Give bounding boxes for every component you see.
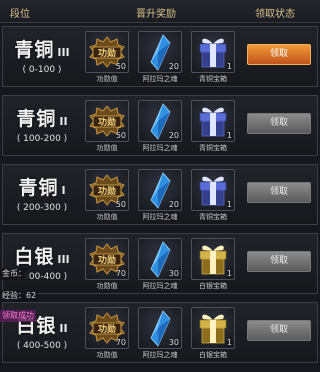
header-status: 领取状态: [255, 9, 295, 20]
reward-label: 功勋值: [96, 282, 118, 290]
rank-block: 青铜 II ( 100-200 ): [3, 104, 81, 150]
reward-slot[interactable]: 20: [138, 169, 182, 211]
header-rank: 段位: [10, 9, 30, 20]
reward-qty: 1: [226, 338, 232, 347]
rank-reward-panel: 段位 晋升奖励 领取状态 青铜 III ( 0-100 ) 功勋 50 功勋值 2…: [0, 0, 320, 372]
reward-slot[interactable]: 功勋 50: [85, 100, 129, 142]
rank-tier: II: [59, 115, 68, 128]
rank-block: 青铜 III ( 0-100 ): [3, 35, 81, 81]
reward-label: 阿拉玛之魂: [142, 282, 178, 290]
reward-qty: 20: [168, 131, 179, 140]
reward-qty: 20: [168, 200, 179, 209]
rank-range: ( 100-200 ): [16, 134, 68, 144]
table-header: 段位 晋升奖励 领取状态: [0, 0, 320, 23]
reward-label: 青铜宝箱: [199, 144, 227, 152]
reward-label: 白银宝箱: [199, 282, 227, 290]
reward-qty: 30: [168, 338, 179, 347]
reward-qty: 30: [168, 269, 179, 278]
reward-label: 功勋值: [96, 144, 118, 152]
tier-row: 青铜 II ( 100-200 ) 功勋 50 功勋值 20 阿拉玛之魂 1 青铜…: [2, 95, 318, 156]
reward-slot[interactable]: 1: [191, 169, 235, 211]
reward-slot[interactable]: 功勋 50: [85, 169, 129, 211]
reward-qty: 50: [115, 131, 126, 140]
reward-slot[interactable]: 功勋 70: [85, 238, 129, 280]
tier-row: 白银 III ( 300-400 ) 功勋 70 功勋值 30 阿拉玛之魂 1 白…: [2, 233, 318, 294]
reward-qty: 1: [226, 200, 232, 209]
rank-tier: III: [57, 253, 70, 266]
claim-button[interactable]: 领取: [247, 251, 311, 272]
header-reward: 晋升奖励: [136, 9, 176, 20]
reward-label: 功勋值: [96, 213, 118, 221]
reward-label: 青铜宝箱: [199, 75, 227, 83]
reward-slot[interactable]: 30: [138, 307, 182, 349]
svg-text:功勋: 功勋: [98, 185, 116, 197]
reward-label: 阿拉玛之魂: [142, 213, 178, 221]
reward-qty: 20: [168, 62, 179, 71]
reward-label: 阿拉玛之魂: [142, 75, 178, 83]
reward-label: 阿拉玛之魂: [142, 351, 178, 359]
reward-slot[interactable]: 功勋 70: [85, 307, 129, 349]
reward-label: 青铜宝箱: [199, 213, 227, 221]
reward-label: 功勋值: [96, 351, 118, 359]
reward-label: 阿拉玛之魂: [142, 144, 178, 152]
reward-slot[interactable]: 1: [191, 100, 235, 142]
rank-range: ( 400-500 ): [16, 341, 68, 351]
reward-label: 白银宝箱: [199, 351, 227, 359]
claim-button[interactable]: 领取: [247, 182, 311, 203]
reward-qty: 1: [226, 269, 232, 278]
rank-name: 青铜: [18, 177, 59, 199]
rank-block: 青铜 I ( 200-300 ): [3, 173, 81, 219]
exp-notice: 经验：62: [0, 290, 39, 302]
reward-slot[interactable]: 1: [191, 238, 235, 280]
reward-slot[interactable]: 30: [138, 238, 182, 280]
reward-slot[interactable]: 20: [138, 31, 182, 73]
svg-text:功勋: 功勋: [98, 47, 116, 59]
reward-label: 功勋值: [96, 75, 118, 83]
tier-row: 青铜 I ( 200-300 ) 功勋 50 功勋值 20 阿拉玛之魂 1 青铜宝…: [2, 164, 318, 225]
reward-qty: 70: [115, 269, 126, 278]
claim-button[interactable]: 领取: [247, 44, 311, 65]
svg-text:功勋: 功勋: [98, 116, 116, 128]
rank-name: 青铜: [14, 39, 55, 61]
rank-range: ( 0-100 ): [22, 65, 62, 75]
reward-slot[interactable]: 1: [191, 307, 235, 349]
rank-range: ( 200-300 ): [16, 203, 68, 213]
reward-qty: 50: [115, 200, 126, 209]
reward-slot[interactable]: 功勋 50: [85, 31, 129, 73]
reward-qty: 50: [115, 62, 126, 71]
rank-name: 青铜: [16, 108, 57, 130]
svg-text:功勋: 功勋: [98, 254, 116, 266]
rank-block: 白银 III ( 300-400 ): [3, 242, 81, 288]
tier-row: 青铜 III ( 0-100 ) 功勋 50 功勋值 20 阿拉玛之魂 1 青铜宝…: [2, 26, 318, 87]
reward-qty: 1: [226, 62, 232, 71]
reward-qty: 1: [226, 131, 232, 140]
svg-text:功勋: 功勋: [98, 323, 116, 335]
claim-button[interactable]: 领取: [247, 320, 311, 341]
reward-slot[interactable]: 1: [191, 31, 235, 73]
rank-tier: III: [57, 46, 70, 59]
tier-row: 白银 II ( 400-500 ) 功勋 70 功勋值 30 阿拉玛之魂 1 白银…: [2, 302, 318, 363]
claim-notice: 领取成功: [0, 310, 36, 322]
reward-slot[interactable]: 20: [138, 100, 182, 142]
rank-name: 白银: [14, 246, 55, 268]
rank-tier: II: [59, 322, 68, 335]
rank-tier: I: [61, 184, 66, 197]
gold-notice: 金币：: [0, 268, 28, 280]
claim-button[interactable]: 领取: [247, 113, 311, 134]
reward-qty: 70: [115, 338, 126, 347]
